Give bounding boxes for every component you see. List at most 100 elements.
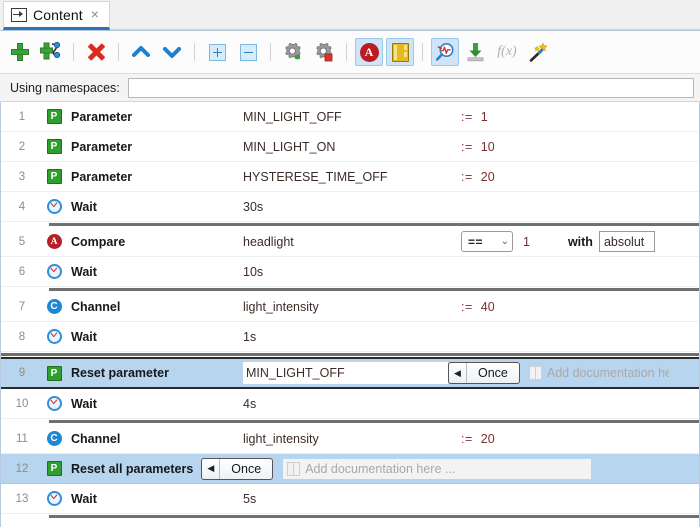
- row-name[interactable]: light_intensity: [243, 300, 461, 314]
- assign-operator: :=: [461, 139, 473, 154]
- add-step-button[interactable]: [6, 38, 34, 66]
- comparator-dropdown[interactable]: == ⌄: [461, 231, 513, 252]
- row-type: Wait: [71, 396, 97, 411]
- row-name[interactable]: MIN_LIGHT_OFF: [243, 362, 448, 384]
- row-name[interactable]: HYSTERESE_TIME_OFF: [243, 170, 461, 184]
- table-row[interactable]: 11 C Channel light_intensity := 20: [1, 424, 699, 454]
- analyze-button[interactable]: [431, 38, 459, 66]
- row-number: 9: [18, 367, 26, 379]
- magic-wand-icon: [529, 42, 548, 62]
- table-row[interactable]: 10 Wait 4s: [1, 389, 699, 419]
- magnifier-signal-icon: [435, 43, 454, 61]
- table-row[interactable]: 6 Wait 10s: [1, 257, 699, 287]
- table-row-selected[interactable]: 9 P Reset parameter MIN_LIGHT_OFF ◀ Once…: [1, 357, 699, 389]
- toolbar-separator: [346, 43, 347, 61]
- table-row[interactable]: 13 Wait 5s: [1, 484, 699, 514]
- move-down-button[interactable]: [158, 38, 186, 66]
- documentation-placeholder-text: Add documentation here ...: [546, 366, 669, 380]
- row-name[interactable]: headlight: [243, 235, 461, 249]
- toolbar-separator: [422, 43, 423, 61]
- documentation-placeholder[interactable]: Add documentation here ...: [283, 458, 592, 479]
- clock-icon: [43, 491, 65, 506]
- assign-operator: :=: [461, 431, 473, 446]
- row-type: Parameter: [71, 109, 133, 124]
- previous-arrow-icon[interactable]: ◀: [449, 363, 467, 383]
- row-number: 8: [18, 330, 26, 343]
- clock-icon: [43, 199, 65, 214]
- row-type: Parameter: [71, 169, 133, 184]
- comparator-value: ==: [468, 234, 484, 249]
- add-linked-step-button[interactable]: [37, 38, 65, 66]
- table-row[interactable]: 8 Wait 1s: [1, 322, 699, 352]
- clock-icon-face: [46, 329, 62, 344]
- table-row[interactable]: 1 P Parameter MIN_LIGHT_OFF := 1: [1, 102, 699, 132]
- row-assignment[interactable]: := 20: [461, 432, 495, 446]
- row-name[interactable]: 5s: [243, 492, 461, 506]
- row-name[interactable]: 30s: [243, 200, 461, 214]
- delete-step-button[interactable]: [82, 38, 110, 66]
- row-name[interactable]: MIN_LIGHT_OFF: [243, 110, 461, 124]
- row-name[interactable]: 1s: [243, 330, 461, 344]
- clock-icon: [43, 329, 65, 344]
- row-type: Reset all parameters: [71, 461, 194, 476]
- expand-all-button[interactable]: [203, 38, 231, 66]
- using-namespaces-row: Using namespaces:: [0, 74, 700, 102]
- row-type: Compare: [71, 234, 126, 249]
- magic-wand-button[interactable]: [524, 38, 552, 66]
- row-name[interactable]: MIN_LIGHT_ON: [243, 140, 461, 154]
- close-icon[interactable]: ×: [89, 7, 101, 23]
- row-name[interactable]: 4s: [243, 397, 461, 411]
- download-green-icon: [467, 43, 484, 62]
- collapse-all-button[interactable]: [234, 38, 262, 66]
- settings-button[interactable]: [279, 38, 307, 66]
- row-type: Wait: [71, 329, 97, 344]
- row-assignment[interactable]: := 1: [461, 110, 488, 124]
- table-row[interactable]: 5 A Compare headlight == ⌄ 1 with absolu…: [1, 227, 699, 257]
- chevron-down-icon: [163, 47, 181, 58]
- compare-toggle-button[interactable]: A: [355, 38, 383, 66]
- with-label: with: [567, 234, 593, 249]
- toolbar-separator: [73, 43, 74, 61]
- table-row[interactable]: 7 C Channel light_intensity := 40: [1, 292, 699, 322]
- row-type: Wait: [71, 199, 97, 214]
- documentation-placeholder[interactable]: Add documentation here ...: [528, 366, 669, 380]
- channel-icon-glyph: C: [46, 431, 62, 446]
- parameter-icon: P: [43, 169, 65, 184]
- clock-icon-face: [46, 396, 62, 411]
- once-button[interactable]: ◀ Once: [448, 362, 520, 384]
- row-assignment[interactable]: := 20: [461, 170, 495, 184]
- row-name[interactable]: light_intensity: [243, 432, 461, 446]
- row-type: Reset parameter: [71, 366, 169, 380]
- table-row[interactable]: 3 P Parameter HYSTERESE_TIME_OFF := 20: [1, 162, 699, 192]
- parameter-icon: P: [43, 109, 65, 124]
- plus-link-icon: [40, 41, 61, 60]
- tab-content[interactable]: Content ×: [3, 1, 110, 30]
- row-number: 7: [18, 300, 26, 313]
- previous-arrow-icon[interactable]: ◀: [202, 458, 221, 479]
- tolerance-input[interactable]: absolut: [598, 231, 655, 252]
- assign-value: 20: [480, 169, 495, 184]
- row-assignment[interactable]: := 40: [461, 300, 495, 314]
- function-button[interactable]: f(x): [493, 38, 521, 66]
- table-row[interactable]: 4 Wait 30s: [1, 192, 699, 222]
- using-namespaces-input[interactable]: [127, 77, 694, 98]
- documentation-placeholder-text: Add documentation here ...: [305, 461, 456, 476]
- table-row[interactable]: 2 P Parameter MIN_LIGHT_ON := 10: [1, 132, 699, 162]
- move-up-button[interactable]: [127, 38, 155, 66]
- clock-icon-face: [46, 199, 62, 214]
- row-name[interactable]: 10s: [243, 265, 461, 279]
- gear-red-icon: [316, 42, 333, 62]
- import-button[interactable]: [462, 38, 490, 66]
- settings-stop-button[interactable]: [310, 38, 338, 66]
- row-number: 2: [18, 140, 26, 153]
- sequence-grid[interactable]: 1 P Parameter MIN_LIGHT_OFF := 1 2 P Para…: [0, 102, 700, 527]
- documentation-toggle-button[interactable]: [386, 38, 414, 66]
- table-row-selected[interactable]: 12 P Reset all parameters ◀ Once Add doc…: [1, 454, 699, 484]
- block-separator: [1, 514, 699, 519]
- step-into-icon: [11, 7, 27, 22]
- once-button[interactable]: ◀ Once: [201, 457, 274, 480]
- row-assignment[interactable]: := 10: [461, 140, 495, 154]
- compare-value[interactable]: 1: [523, 235, 530, 249]
- row-number: 13: [15, 492, 29, 505]
- using-namespaces-label: Using namespaces:: [10, 80, 120, 95]
